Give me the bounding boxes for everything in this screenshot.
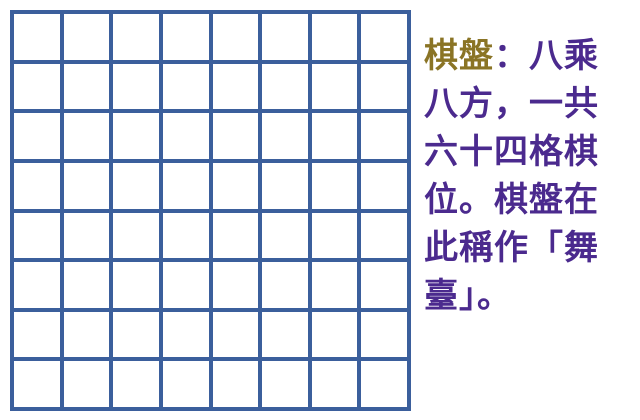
- board-square-r3-c7: [311, 113, 362, 163]
- board-square-r6-c6: [262, 262, 312, 312]
- board-square-r4-c8: [361, 162, 411, 213]
- board-square-r5-c3: [113, 212, 163, 263]
- board-square-r6-c2: [63, 262, 114, 312]
- board-square-r6-c7: [311, 262, 362, 312]
- board-square-r2-c3: [113, 63, 163, 114]
- board-square-r8-c2: [63, 361, 114, 411]
- board-square-r2-c5: [212, 63, 263, 114]
- board-square-r1-c1: [14, 14, 64, 64]
- board-square-r4-c7: [311, 162, 362, 213]
- board-square-r1-c2: [63, 14, 114, 64]
- board-square-r3-c6: [262, 113, 312, 163]
- board-square-r7-c3: [113, 311, 163, 362]
- board-square-r8-c8: [361, 361, 411, 411]
- board-square-r7-c7: [311, 311, 362, 362]
- board-square-r2-c6: [262, 63, 312, 114]
- board-square-r1-c8: [361, 14, 411, 64]
- board-square-r1-c5: [212, 14, 263, 64]
- board-square-r5-c4: [162, 212, 213, 263]
- board-square-r1-c3: [113, 14, 163, 64]
- board-square-r7-c5: [212, 311, 263, 362]
- board-square-r7-c8: [361, 311, 411, 362]
- board-square-r4-c2: [63, 162, 114, 213]
- board-square-r3-c1: [14, 113, 64, 163]
- board-square-r8-c1: [14, 361, 64, 411]
- board-square-r6-c5: [212, 262, 263, 312]
- board-square-r2-c8: [361, 63, 411, 114]
- board-square-r7-c1: [14, 311, 64, 362]
- board-square-r2-c1: [14, 63, 64, 114]
- board-description: 棋盤：八乘八方，一共六十四格棋位。棋盤在此稱作「舞臺」。: [424, 32, 614, 320]
- board-square-r5-c1: [14, 212, 64, 263]
- board-square-r8-c3: [113, 361, 163, 411]
- board-square-r7-c4: [162, 311, 213, 362]
- chess-board-grid: [10, 10, 411, 411]
- board-square-r3-c2: [63, 113, 114, 163]
- board-square-r8-c6: [262, 361, 312, 411]
- board-square-r8-c4: [162, 361, 213, 411]
- board-square-r1-c7: [311, 14, 362, 64]
- board-square-r1-c4: [162, 14, 213, 64]
- caption-text: ：八乘八方，一共六十四格棋位。棋盤在此稱作「舞臺」。: [424, 36, 599, 316]
- board-square-r4-c3: [113, 162, 163, 213]
- board-square-r6-c4: [162, 262, 213, 312]
- board-square-r2-c7: [311, 63, 362, 114]
- board-square-r4-c4: [162, 162, 213, 213]
- board-square-r1-c6: [262, 14, 312, 64]
- board-square-r5-c2: [63, 212, 114, 263]
- caption-term: 棋盤: [424, 36, 494, 76]
- board-square-r7-c6: [262, 311, 312, 362]
- board-square-r4-c1: [14, 162, 64, 213]
- board-square-r2-c2: [63, 63, 114, 114]
- board-square-r5-c5: [212, 212, 263, 263]
- board-square-r5-c8: [361, 212, 411, 263]
- board-square-r6-c8: [361, 262, 411, 312]
- board-square-r5-c7: [311, 212, 362, 263]
- board-square-r3-c3: [113, 113, 163, 163]
- board-square-r4-c5: [212, 162, 263, 213]
- board-square-r4-c6: [262, 162, 312, 213]
- board-square-r3-c4: [162, 113, 213, 163]
- board-square-r6-c3: [113, 262, 163, 312]
- board-square-r6-c1: [14, 262, 64, 312]
- board-square-r8-c7: [311, 361, 362, 411]
- board-square-r5-c6: [262, 212, 312, 263]
- board-square-r7-c2: [63, 311, 114, 362]
- board-square-r3-c5: [212, 113, 263, 163]
- board-square-r2-c4: [162, 63, 213, 114]
- board-square-r8-c5: [212, 361, 263, 411]
- board-square-r3-c8: [361, 113, 411, 163]
